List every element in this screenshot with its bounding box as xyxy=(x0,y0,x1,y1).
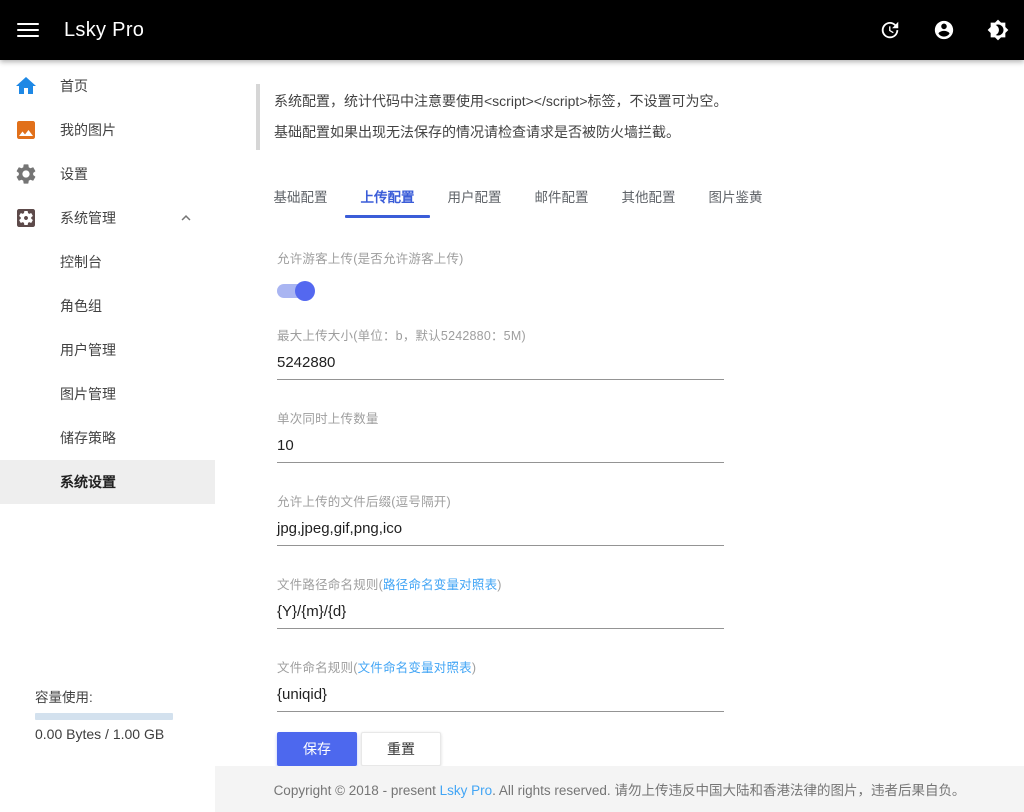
sidebar-item-label: 首页 xyxy=(60,76,88,96)
allowed-extensions-label: 允许上传的文件后缀(逗号隔开) xyxy=(277,491,724,510)
field-guest-upload: 允许游客上传(是否允许游客上传) xyxy=(277,248,724,301)
sidebar-item-my-images[interactable]: 我的图片 xyxy=(0,108,215,152)
config-tabs: 基础配置 上传配置 用户配置 邮件配置 其他配置 图片鉴黄 xyxy=(257,174,1024,218)
sidebar-item-home[interactable]: 首页 xyxy=(0,64,215,108)
footer: Copyright © 2018 - present Lsky Pro. All… xyxy=(215,766,1024,812)
file-variable-table-link[interactable]: 文件命名变量对照表 xyxy=(358,661,472,675)
field-file-naming-rule: 文件命名规则(文件命名变量对照表) {uniqid} xyxy=(277,657,724,712)
main-area: 系统配置，统计代码中注意要使用<script></script>标签，不设置可为… xyxy=(215,60,1024,758)
field-batch-upload-count: 单次同时上传数量 10 xyxy=(277,408,724,463)
theme-icon[interactable] xyxy=(986,18,1010,42)
capacity-label: 容量使用: xyxy=(35,686,175,706)
save-button[interactable]: 保存 xyxy=(277,732,357,766)
sidebar-item-label: 设置 xyxy=(60,164,88,184)
sidebar-item-image-management[interactable]: 图片管理 xyxy=(0,372,215,416)
sidebar: 首页 我的图片 设置 系统管理 xyxy=(0,60,215,758)
sidebar-item-storage-policy[interactable]: 储存策略 xyxy=(0,416,215,460)
path-naming-rule-label: 文件路径命名规则(路径命名变量对照表) xyxy=(277,574,724,593)
tab-mail-config[interactable]: 邮件配置 xyxy=(518,174,605,218)
max-upload-size-label: 最大上传大小(单位：b，默认5242880：5M) xyxy=(277,325,724,344)
menu-icon[interactable] xyxy=(4,6,52,54)
field-max-upload-size: 最大上传大小(单位：b，默认5242880：5M) 5242880 xyxy=(277,325,724,380)
sidebar-item-label: 系统管理 xyxy=(60,208,116,228)
sidebar-item-system-management[interactable]: 系统管理 xyxy=(0,196,215,240)
navbar-actions xyxy=(878,18,1010,42)
reset-button[interactable]: 重置 xyxy=(361,732,441,766)
path-variable-table-link[interactable]: 路径命名变量对照表 xyxy=(383,578,497,592)
label-text: 文件路径命名规则( xyxy=(277,578,383,592)
batch-upload-count-input[interactable]: 10 xyxy=(277,437,724,463)
toggle-knob xyxy=(295,281,315,301)
tab-other-config[interactable]: 其他配置 xyxy=(605,174,692,218)
update-icon[interactable] xyxy=(878,18,902,42)
path-naming-rule-input[interactable]: {Y}/{m}/{d} xyxy=(277,603,724,629)
max-upload-size-input[interactable]: 5242880 xyxy=(277,354,724,380)
main-scroll: 系统配置，统计代码中注意要使用<script></script>标签，不设置可为… xyxy=(215,60,1024,766)
app-title: Lsky Pro xyxy=(64,19,144,42)
config-notice: 系统配置，统计代码中注意要使用<script></script>标签，不设置可为… xyxy=(256,84,1024,150)
field-path-naming-rule: 文件路径命名规则(路径命名变量对照表) {Y}/{m}/{d} xyxy=(277,574,724,629)
tab-basic-config[interactable]: 基础配置 xyxy=(257,174,344,218)
upload-config-form: 允许游客上传(是否允许游客上传) 最大上传大小(单位：b，默认5242880：5… xyxy=(277,248,724,766)
capacity-usage: 容量使用: 0.00 Bytes / 1.00 GB xyxy=(35,686,175,742)
image-icon xyxy=(14,118,38,142)
chevron-up-icon xyxy=(177,209,195,227)
allowed-extensions-input[interactable]: jpg,jpeg,gif,png,ico xyxy=(277,520,724,546)
tab-upload-config[interactable]: 上传配置 xyxy=(344,174,431,218)
notice-line-2: 基础配置如果出现无法保存的情况请检查请求是否被防火墙拦截。 xyxy=(274,117,1024,148)
copyright-text: Copyright © 2018 - present Lsky Pro. All… xyxy=(274,779,966,799)
batch-upload-count-label: 单次同时上传数量 xyxy=(277,408,724,427)
form-actions: 保存 重置 xyxy=(277,732,724,766)
active-tab-underline xyxy=(345,215,430,218)
label-text: ) xyxy=(472,661,476,675)
file-naming-rule-input[interactable]: {uniqid} xyxy=(277,686,724,712)
guest-upload-label: 允许游客上传(是否允许游客上传) xyxy=(277,248,724,267)
app-window: Lsky Pro 首页 xyxy=(0,0,1024,758)
home-icon xyxy=(14,74,38,98)
tab-label: 上传配置 xyxy=(361,186,415,206)
system-gear-icon xyxy=(14,206,38,230)
capacity-value: 0.00 Bytes / 1.00 GB xyxy=(35,726,175,742)
copyright-after: . All rights reserved. 请勿上传违反中国大陆和香港法律的图… xyxy=(492,783,965,798)
sidebar-item-console[interactable]: 控制台 xyxy=(0,240,215,284)
tab-image-audit[interactable]: 图片鉴黄 xyxy=(692,174,779,218)
capacity-progress-bar xyxy=(35,713,173,720)
menu-icon-bars xyxy=(17,19,39,41)
sidebar-item-role-groups[interactable]: 角色组 xyxy=(0,284,215,328)
file-naming-rule-label: 文件命名规则(文件命名变量对照表) xyxy=(277,657,724,676)
sidebar-item-system-settings[interactable]: 系统设置 xyxy=(0,460,215,504)
gear-icon xyxy=(14,162,38,186)
sidebar-item-settings[interactable]: 设置 xyxy=(0,152,215,196)
label-text: 文件命名规则( xyxy=(277,661,358,675)
guest-upload-toggle[interactable] xyxy=(277,281,315,301)
field-allowed-extensions: 允许上传的文件后缀(逗号隔开) jpg,jpeg,gif,png,ico xyxy=(277,491,724,546)
copyright-before: Copyright © 2018 - present xyxy=(274,783,440,798)
lsky-pro-link[interactable]: Lsky Pro xyxy=(440,783,493,798)
notice-line-1: 系统配置，统计代码中注意要使用<script></script>标签，不设置可为… xyxy=(274,86,1024,117)
account-icon[interactable] xyxy=(932,18,956,42)
tab-user-config[interactable]: 用户配置 xyxy=(431,174,518,218)
sidebar-item-label: 我的图片 xyxy=(60,120,116,140)
top-navbar: Lsky Pro xyxy=(0,0,1024,60)
sidebar-item-user-management[interactable]: 用户管理 xyxy=(0,328,215,372)
label-text: ) xyxy=(497,578,501,592)
